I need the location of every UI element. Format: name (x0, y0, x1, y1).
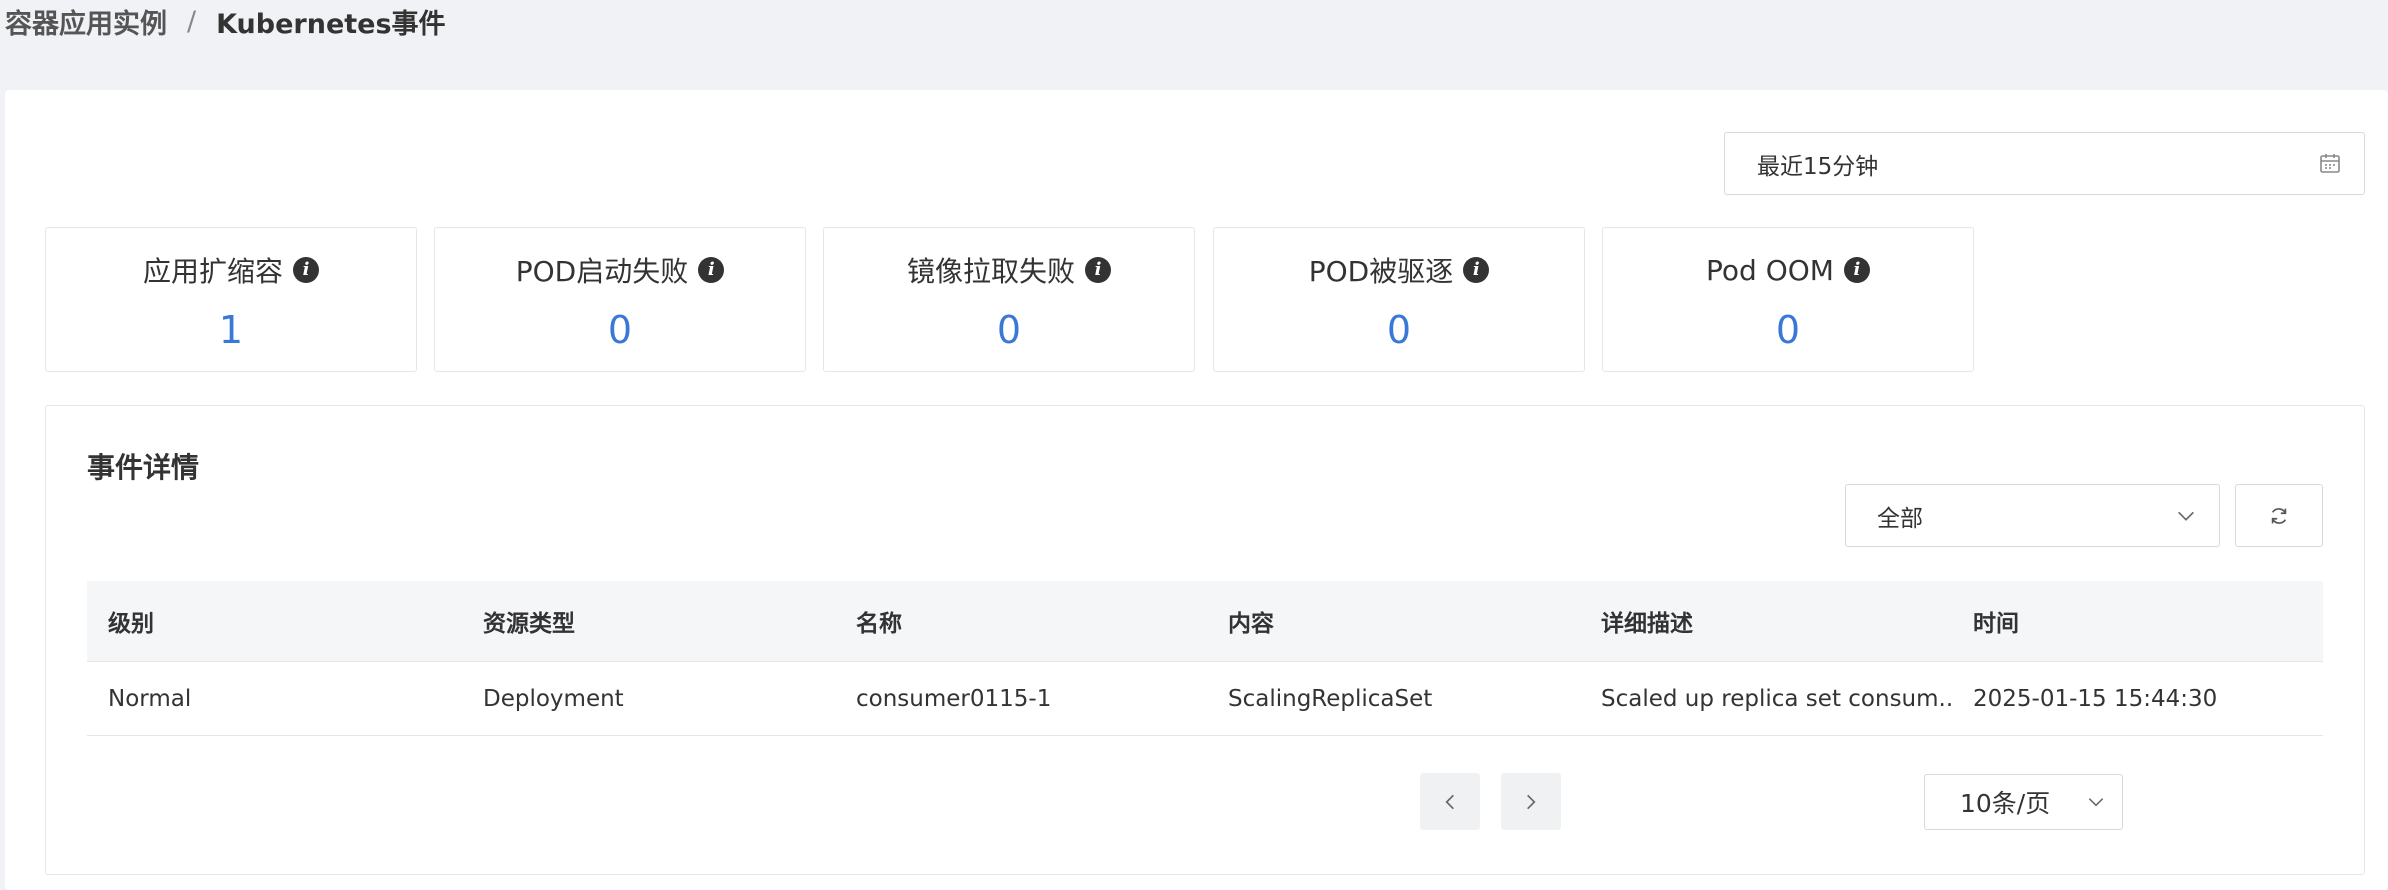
stat-card-pod-evicted: POD被驱逐 i 0 (1213, 227, 1585, 372)
stat-value[interactable]: 0 (824, 308, 1194, 358)
stat-card-pod-start-failed: POD启动失败 i 0 (434, 227, 806, 372)
stat-value[interactable]: 1 (46, 308, 416, 358)
column-header-resource-type: 资源类型 (483, 611, 575, 637)
calendar-icon (2320, 154, 2340, 173)
prev-page-button[interactable] (1420, 773, 1480, 830)
chevron-right-icon (1527, 794, 1536, 809)
stat-value[interactable]: 0 (435, 308, 805, 358)
page-size-select[interactable]: 10条/页 (1924, 774, 2123, 830)
column-header-name: 名称 (856, 611, 902, 637)
cell-description[interactable]: Scaled up replica set consum... (1580, 686, 1952, 712)
chevron-left-icon (1445, 794, 1454, 809)
table-row: Normal Deployment consumer0115-1 Scaling… (87, 662, 2323, 736)
cell-level: Normal (108, 685, 192, 712)
breadcrumb: 容器应用实例 / Kubernetes事件 (5, 0, 446, 42)
next-page-button[interactable] (1501, 773, 1561, 830)
stat-label: 镜像拉取失败 (906, 255, 1075, 288)
info-icon[interactable]: i (1463, 257, 1490, 283)
info-icon[interactable]: i (1085, 257, 1111, 283)
stat-card-pod-oom: Pod OOM i 0 (1602, 227, 1974, 372)
cell-time: 2025-01-15 15:44:30 (1973, 685, 2218, 712)
stat-label: Pod OOM (1706, 253, 1834, 287)
column-header-description: 详细描述 (1601, 611, 1693, 637)
info-icon[interactable]: i (1843, 257, 1870, 283)
event-type-filter-select[interactable]: 全部 (1845, 484, 2220, 547)
chevron-down-icon (2088, 798, 2104, 807)
column-header-time: 时间 (1973, 611, 2019, 637)
stat-card-image-pull-failed: 镜像拉取失败 i 0 (823, 227, 1195, 372)
cell-content: ScalingReplicaSet (1228, 685, 1433, 712)
cell-name: consumer0115-1 (856, 685, 1052, 712)
refresh-icon (2271, 507, 2287, 524)
breadcrumb-current: Kubernetes事件 (216, 8, 446, 40)
column-header-level: 级别 (108, 611, 154, 637)
filter-selected-value: 全部 (1877, 505, 1923, 532)
breadcrumb-separator: / (187, 5, 197, 37)
chevron-down-icon (2178, 511, 2194, 521)
panel-title: 事件详情 (87, 451, 200, 484)
cell-resource-type: Deployment (483, 685, 624, 712)
stat-label: POD被驱逐 (1308, 255, 1454, 288)
breadcrumb-parent-link[interactable]: 容器应用实例 (5, 2, 167, 41)
column-header-content: 内容 (1228, 611, 1274, 637)
stat-value[interactable]: 0 (1214, 308, 1584, 358)
stat-value[interactable]: 0 (1603, 308, 1973, 358)
stat-label: POD启动失败 (515, 255, 689, 288)
event-details-panel: 事件详情 全部 级别 资源类型 名称 内容 详细描述 时间 Normal Dep… (45, 405, 2365, 875)
info-icon[interactable]: i (698, 257, 725, 283)
page-size-value: 10条/页 (1960, 789, 2051, 818)
events-table: 级别 资源类型 名称 内容 详细描述 时间 Normal Deployment … (87, 581, 2323, 736)
stat-card-scaling: 应用扩缩容 i 1 (45, 227, 417, 372)
time-range-picker[interactable]: 最近15分钟 (1724, 132, 2365, 195)
time-range-value: 最近15分钟 (1757, 153, 1879, 180)
info-icon[interactable]: i (293, 257, 319, 283)
stat-label: 应用扩缩容 (142, 255, 283, 288)
refresh-button[interactable] (2235, 484, 2323, 547)
table-header: 级别 资源类型 名称 内容 详细描述 时间 (87, 581, 2323, 662)
